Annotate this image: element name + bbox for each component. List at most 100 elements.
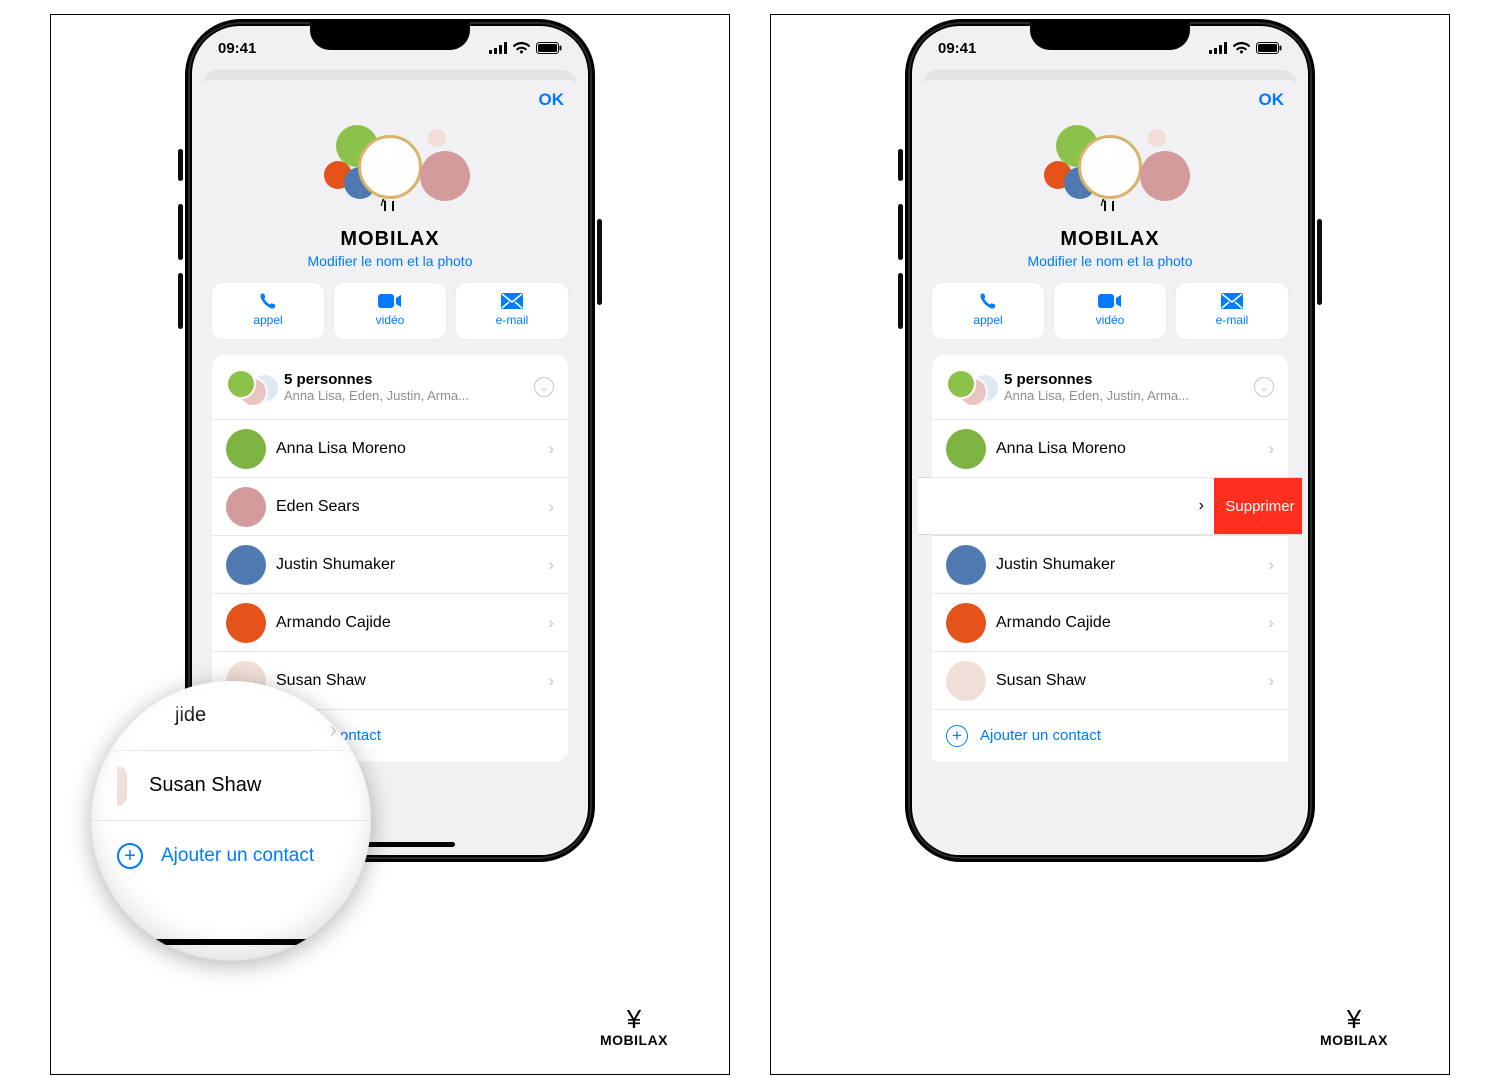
plus-circle-icon: + <box>117 843 143 869</box>
contact-name: Armando Cajide <box>276 614 391 632</box>
stacked-avatars-icon <box>946 367 998 407</box>
contact-name: Justin Shumaker <box>276 556 395 574</box>
chevron-right-icon: › <box>1199 497 1204 515</box>
phone-notch <box>310 22 470 50</box>
cluster-center-add-photo[interactable] <box>1078 135 1142 199</box>
delete-button[interactable]: Supprimer <box>1214 478 1302 534</box>
contact-name: Justin Shumaker <box>996 556 1115 574</box>
chevron-right-icon: › <box>548 671 554 691</box>
chevron-right-icon: › <box>548 497 554 517</box>
email-button[interactable]: e-mail <box>456 283 568 339</box>
magnified-add-contact-label: Ajouter un contact <box>161 845 314 867</box>
avatar <box>226 487 266 527</box>
contact-name: Anna Lisa Moreno <box>996 440 1126 458</box>
email-button[interactable]: e-mail <box>1176 283 1288 339</box>
video-label: vidéo <box>334 313 446 327</box>
watermark-text: MOBILAX <box>587 1032 681 1048</box>
avatar <box>946 429 986 469</box>
watermark-logo-icon: ¥ <box>1307 1006 1401 1032</box>
hw-volume-up <box>898 204 903 260</box>
chevron-right-icon: › <box>1268 555 1274 575</box>
cellular-icon <box>1209 42 1227 54</box>
avatar <box>226 603 266 643</box>
video-button[interactable]: vidéo <box>334 283 446 339</box>
magnified-add-contact-row[interactable]: + Ajouter un contact <box>91 821 371 891</box>
hw-power-button <box>1317 219 1322 305</box>
expand-chevron-icon[interactable]: ⌄ <box>534 377 554 397</box>
video-label: vidéo <box>1054 313 1166 327</box>
contact-row[interactable]: Eden Sears › <box>212 477 568 535</box>
cluster-avatar-rose <box>420 151 470 201</box>
cluster-avatar-rose-pale <box>428 129 446 147</box>
screenshot-panel-left: 09:41 OK <box>50 14 730 1075</box>
hw-silent-switch <box>898 149 903 181</box>
video-button[interactable]: vidéo <box>1054 283 1166 339</box>
contact-row[interactable]: Armando Cajide › <box>932 593 1288 651</box>
phone-icon <box>257 291 279 311</box>
contact-name: Susan Shaw <box>276 672 366 690</box>
hw-silent-switch <box>178 149 183 181</box>
mobilax-watermark: ¥ MOBILAX <box>1307 1006 1401 1048</box>
battery-icon <box>536 42 562 54</box>
chevron-right-icon: › <box>1268 613 1274 633</box>
phone-notch <box>1030 22 1190 50</box>
home-indicator <box>151 939 311 945</box>
edit-name-photo-link[interactable]: Modifier le nom et la photo <box>198 253 582 269</box>
screenshot-panel-right: 09:41 OK <box>770 14 1450 1075</box>
members-summary-row[interactable]: 5 personnes Anna Lisa, Eden, Justin, Arm… <box>932 355 1288 419</box>
email-label: e-mail <box>456 313 568 327</box>
cluster-center-add-photo[interactable] <box>358 135 422 199</box>
call-label: appel <box>932 313 1044 327</box>
done-button[interactable]: OK <box>1259 90 1285 110</box>
cluster-avatar-rose-pale <box>1148 129 1166 147</box>
chevron-right-icon: › <box>330 717 337 743</box>
plus-circle-icon: + <box>946 725 968 747</box>
contact-row-swiped[interactable]: en Sears › Supprimer <box>918 477 1302 535</box>
contact-row[interactable]: Anna Lisa Moreno › <box>932 419 1288 477</box>
cluster-avatar-rose <box>1140 151 1190 201</box>
avatar <box>117 766 127 806</box>
contact-row[interactable]: Anna Lisa Moreno › <box>212 419 568 477</box>
battery-icon <box>1256 42 1282 54</box>
phone-icon <box>977 291 999 311</box>
expand-chevron-icon[interactable]: ⌄ <box>1254 377 1274 397</box>
magnified-partial-text: jide <box>175 704 206 727</box>
call-button[interactable]: appel <box>212 283 324 339</box>
contact-row[interactable]: Susan Shaw › <box>932 651 1288 709</box>
add-contact-row[interactable]: + Ajouter un contact <box>932 709 1288 761</box>
email-icon <box>500 291 524 311</box>
group-detail-sheet: OK <box>918 80 1302 855</box>
hw-volume-down <box>898 273 903 329</box>
call-label: appel <box>212 313 324 327</box>
group-avatar-cluster[interactable] <box>918 110 1302 228</box>
cellular-icon <box>489 42 507 54</box>
magnified-contact-row[interactable]: Susan Shaw <box>91 751 371 821</box>
avatar <box>226 429 266 469</box>
hw-volume-up <box>178 204 183 260</box>
edit-name-photo-link[interactable]: Modifier le nom et la photo <box>918 253 1302 269</box>
caret-up-icon <box>384 201 394 211</box>
contact-row[interactable]: Justin Shumaker › <box>932 535 1288 593</box>
contact-row[interactable]: Justin Shumaker › <box>212 535 568 593</box>
email-label: e-mail <box>1176 313 1288 327</box>
chevron-right-icon: › <box>1268 671 1274 691</box>
chevron-right-icon: › <box>548 439 554 459</box>
group-avatar-cluster[interactable] <box>198 110 582 228</box>
contact-row[interactable]: Armando Cajide › <box>212 593 568 651</box>
chevron-right-icon: › <box>1268 439 1274 459</box>
group-name-label: MOBILAX <box>918 228 1302 251</box>
members-count-label: 5 personnes <box>284 371 469 388</box>
watermark-logo-icon: ¥ <box>587 1006 681 1032</box>
contacts-list: 5 personnes Anna Lisa, Eden, Justin, Arm… <box>932 355 1288 761</box>
chevron-right-icon: › <box>548 555 554 575</box>
email-icon <box>1220 291 1244 311</box>
avatar <box>226 545 266 585</box>
wifi-icon <box>1233 42 1250 54</box>
done-button[interactable]: OK <box>539 90 565 110</box>
contact-name: Susan Shaw <box>996 672 1086 690</box>
call-button[interactable]: appel <box>932 283 1044 339</box>
members-summary-row[interactable]: 5 personnes Anna Lisa, Eden, Justin, Arm… <box>212 355 568 419</box>
magnified-contact-name: Susan Shaw <box>149 774 261 797</box>
hw-volume-down <box>178 273 183 329</box>
caret-up-icon <box>1104 201 1114 211</box>
